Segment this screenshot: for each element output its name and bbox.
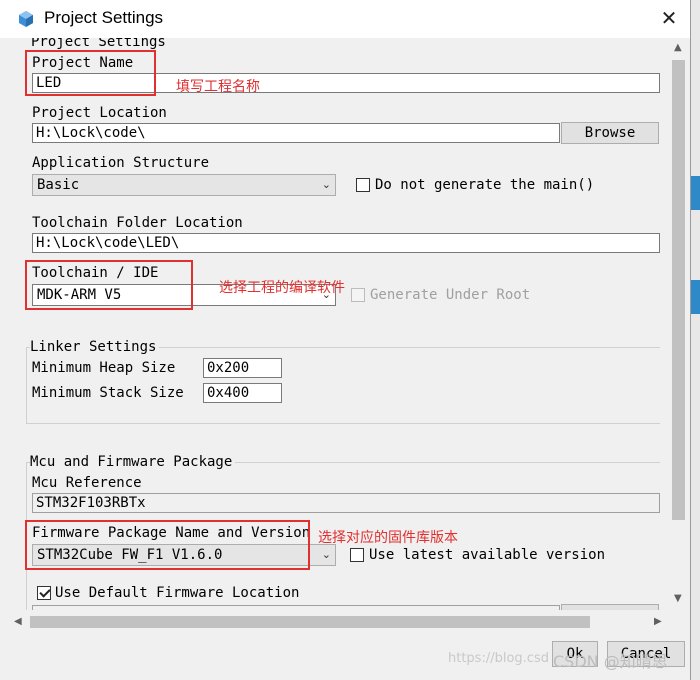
background-tab-top	[691, 176, 700, 210]
project-name-highlight	[25, 50, 156, 96]
horizontal-scroll-thumb[interactable]	[30, 616, 590, 628]
mcu-reference-input[interactable]: STM32F103RBTx	[32, 493, 660, 513]
do-not-generate-main-checkbox[interactable]	[356, 178, 370, 192]
use-default-firmware-location-checkbox[interactable]	[37, 586, 51, 600]
background-window-edge	[691, 0, 700, 680]
linker-settings-label: Linker Settings	[30, 338, 160, 356]
background-tab-bottom	[691, 280, 700, 314]
horizontal-scrollbar[interactable]: ◀ ▶	[10, 612, 668, 632]
use-latest-version-checkbox[interactable]	[350, 548, 364, 562]
toolchain-folder-label: Toolchain Folder Location	[32, 215, 243, 231]
linker-group-bottom	[26, 423, 660, 424]
use-latest-version-label: Use latest available version	[369, 547, 606, 563]
application-structure-label: Application Structure	[32, 155, 210, 171]
vertical-scroll-thumb[interactable]	[672, 60, 685, 520]
do-not-generate-main-label: Do not generate the main()	[375, 177, 595, 193]
vertical-scrollbar[interactable]: ▲ ▼	[668, 38, 690, 610]
toolchain-ide-highlight	[25, 260, 193, 310]
use-default-firmware-location-label: Use Default Firmware Location	[55, 585, 300, 601]
firmware-package-highlight	[25, 520, 310, 570]
linker-group-left	[26, 347, 27, 423]
project-location-label: Project Location	[32, 105, 167, 121]
application-structure-value: Basic	[37, 177, 80, 193]
settings-panel: Project Settings Project Name LED Projec…	[10, 38, 668, 610]
generate-under-root-checkbox[interactable]	[351, 288, 365, 302]
application-structure-select[interactable]: Basic ⌄	[32, 174, 336, 196]
title-bar: Project Settings ✕	[0, 0, 690, 38]
chevron-down-icon: ⌄	[321, 548, 331, 561]
watermark-url: https://blog.csd	[448, 651, 549, 666]
project-location-input[interactable]: H:\Lock\code\	[32, 123, 560, 143]
firmware-location-input[interactable]	[32, 605, 560, 610]
scroll-down-icon[interactable]: ▼	[674, 593, 682, 604]
mcu-reference-label: Mcu Reference	[32, 475, 142, 491]
watermark-brand: CSDN @知晴思	[553, 652, 668, 671]
browse-button[interactable]: Browse	[561, 122, 659, 144]
project-settings-dialog: Project Settings ✕ Project Settings Proj…	[0, 0, 691, 680]
window-title: Project Settings	[44, 8, 164, 27]
mcu-firmware-label: Mcu and Firmware Package	[30, 453, 236, 471]
chevron-down-icon: ⌄	[321, 178, 331, 191]
firmware-location-browse-button[interactable]	[561, 604, 659, 610]
heap-size-label: Minimum Heap Size	[32, 360, 176, 376]
annotation-toolchain: 选择工程的编译软件	[219, 280, 345, 296]
close-icon[interactable]: ✕	[655, 5, 683, 33]
stack-size-input[interactable]: 0x400	[203, 383, 282, 403]
heap-size-input[interactable]: 0x200	[203, 358, 282, 378]
scroll-left-icon[interactable]: ◀	[14, 616, 22, 627]
generate-under-root-label: Generate Under Root	[370, 287, 531, 303]
annotation-firmware: 选择对应的固件库版本	[318, 530, 458, 546]
scroll-up-icon[interactable]: ▲	[674, 42, 682, 53]
toolchain-folder-input[interactable]: H:\Lock\code\LED\	[32, 233, 660, 253]
annotation-project-name: 填写工程名称	[176, 79, 260, 95]
cube-icon	[19, 11, 33, 27]
stack-size-label: Minimum Stack Size	[32, 385, 184, 401]
scroll-right-icon[interactable]: ▶	[654, 616, 662, 627]
